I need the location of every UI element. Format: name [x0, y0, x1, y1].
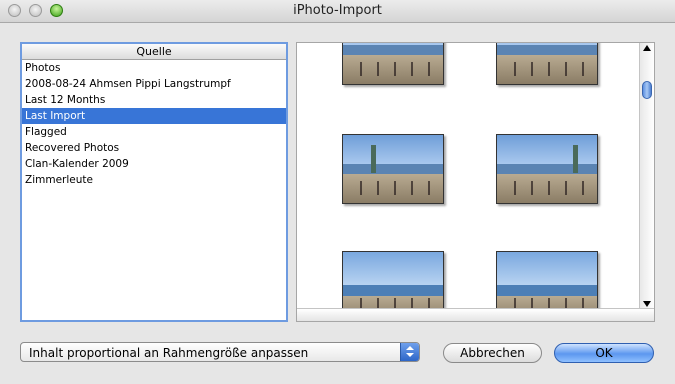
title-bar: iPhoto-Import	[0, 0, 675, 23]
photo-preview-pane[interactable]	[296, 42, 655, 322]
source-item-last-import[interactable]: Last Import	[22, 108, 286, 124]
cancel-button[interactable]: Abbrechen	[443, 343, 542, 363]
source-item-clan-kalender[interactable]: Clan-Kalender 2009	[22, 156, 286, 172]
horizontal-scrollbar[interactable]	[297, 308, 654, 321]
iphoto-import-dialog: iPhoto-Import Quelle Photos 2008-08-24 A…	[0, 0, 675, 384]
vertical-scrollbar[interactable]	[639, 43, 654, 309]
popup-arrows-icon	[400, 343, 419, 361]
source-item-zimmerleute[interactable]: Zimmerleute	[22, 172, 286, 188]
photo-thumbnail[interactable]	[342, 134, 444, 204]
source-item-recovered-photos[interactable]: Recovered Photos	[22, 140, 286, 156]
photo-thumbnail[interactable]	[496, 43, 598, 85]
source-item-last-12-months[interactable]: Last 12 Months	[22, 92, 286, 108]
source-item-photos[interactable]: Photos	[22, 60, 286, 76]
photo-thumbnail[interactable]	[496, 134, 598, 204]
window-title: iPhoto-Import	[293, 3, 382, 18]
scaling-mode-popup[interactable]: Inhalt proportional an Rahmengröße anpas…	[20, 342, 420, 362]
source-list-header[interactable]: Quelle	[22, 44, 286, 60]
scroll-up-arrow-icon[interactable]	[643, 45, 651, 51]
ok-button[interactable]: OK	[554, 343, 654, 363]
source-item-ahmsen-event[interactable]: 2008-08-24 Ahmsen Pippi Langstrumpf	[22, 76, 286, 92]
photo-thumbnail[interactable]	[342, 43, 444, 85]
source-list[interactable]: Quelle Photos 2008-08-24 Ahmsen Pippi La…	[20, 42, 288, 322]
scaling-mode-label: Inhalt proportional an Rahmengröße anpas…	[29, 346, 309, 360]
scroll-thumb[interactable]	[642, 81, 652, 99]
scroll-down-arrow-icon[interactable]	[643, 301, 651, 307]
source-item-flagged[interactable]: Flagged	[22, 124, 286, 140]
